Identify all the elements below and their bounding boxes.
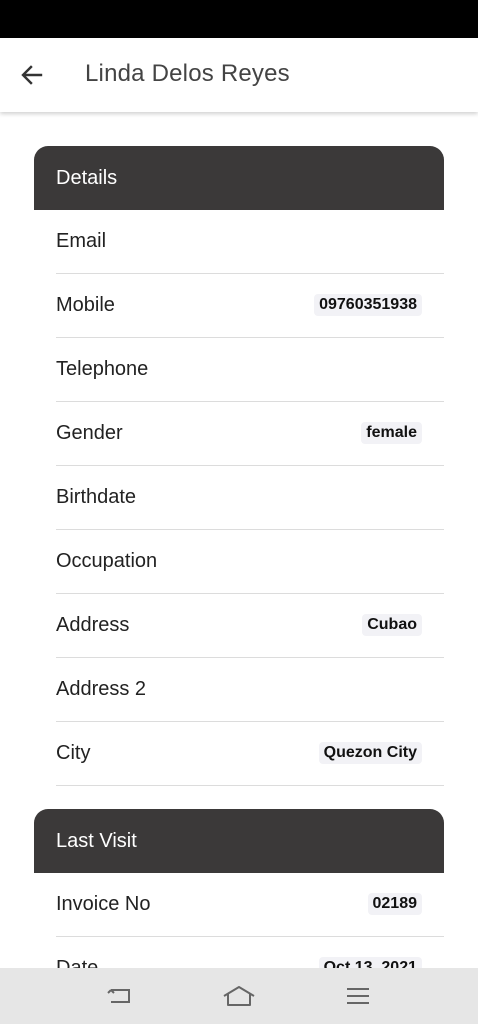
row-label: Mobile xyxy=(56,294,115,316)
nav-menu-button[interactable] xyxy=(338,976,378,1016)
visit-row-date: Date Oct 13, 2021 xyxy=(56,937,444,968)
row-label: Occupation xyxy=(56,550,158,572)
app-bar: Linda Delos Reyes xyxy=(0,38,478,112)
row-value: female xyxy=(361,422,422,444)
back-nav-icon xyxy=(106,989,130,1003)
page-title: Linda Delos Reyes xyxy=(85,60,290,87)
row-label: City xyxy=(56,742,91,764)
row-value: Cubao xyxy=(362,614,422,636)
arrow-left-icon xyxy=(21,65,43,85)
row-label: Address 2 xyxy=(56,678,147,700)
details-header: Details xyxy=(34,146,444,210)
back-button[interactable] xyxy=(14,60,50,90)
detail-row-mobile: Mobile 09760351938 xyxy=(56,274,444,338)
details-card: Details Email Mobile 09760351938 Telepho… xyxy=(34,146,444,786)
row-value: Oct 13, 2021 xyxy=(318,957,422,968)
row-label: Email xyxy=(56,230,107,252)
home-icon xyxy=(223,986,255,1006)
row-label: Gender xyxy=(56,422,123,444)
detail-row-city: City Quezon City xyxy=(56,722,444,786)
detail-row-email: Email xyxy=(56,210,444,274)
system-nav-bar xyxy=(0,968,478,1024)
menu-icon xyxy=(347,988,370,1004)
nav-home-button[interactable] xyxy=(219,976,259,1016)
row-value: 02189 xyxy=(367,893,422,915)
row-label: Date xyxy=(56,957,99,968)
last-visit-header: Last Visit xyxy=(34,809,444,873)
row-label: Birthdate xyxy=(56,486,137,508)
last-visit-card: Last Visit Invoice No 02189 Date Oct 13,… xyxy=(34,809,444,968)
detail-row-gender: Gender female xyxy=(56,402,444,466)
detail-row-address: Address Cubao xyxy=(56,594,444,658)
detail-row-telephone: Telephone xyxy=(56,338,444,402)
content-scroll[interactable]: Details Email Mobile 09760351938 Telepho… xyxy=(0,112,478,968)
detail-row-address-2: Address 2 xyxy=(56,658,444,722)
row-value: 09760351938 xyxy=(314,294,422,316)
nav-back-button[interactable] xyxy=(100,976,140,1016)
row-value: Quezon City xyxy=(318,742,422,764)
detail-row-birthdate: Birthdate xyxy=(56,466,444,530)
status-bar xyxy=(0,0,478,38)
row-label: Address xyxy=(56,614,130,636)
row-label: Invoice No xyxy=(56,893,151,915)
visit-row-invoice-no: Invoice No 02189 xyxy=(56,873,444,937)
row-label: Telephone xyxy=(56,358,149,380)
detail-row-occupation: Occupation xyxy=(56,530,444,594)
